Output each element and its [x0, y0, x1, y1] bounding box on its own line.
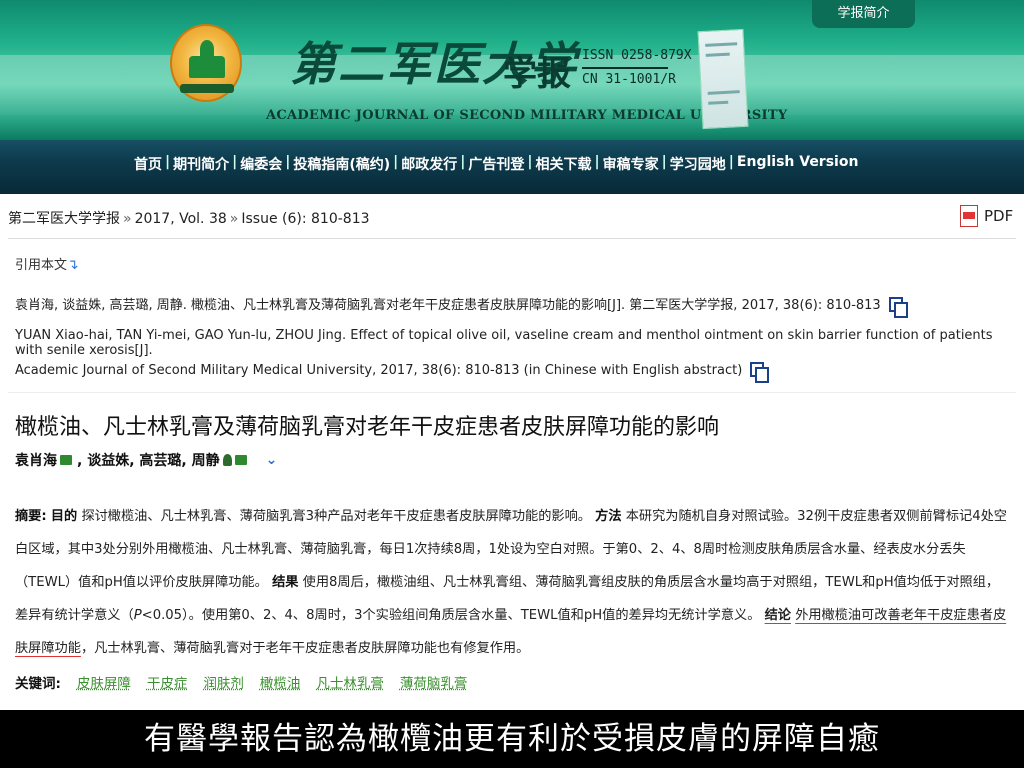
- brand-title-suffix: 学报: [503, 54, 571, 94]
- chevron-down-icon[interactable]: ⌄: [266, 452, 278, 468]
- email-icon[interactable]: [60, 455, 72, 465]
- author-others[interactable]: , 谈益姝, 高芸璐, 周静: [77, 450, 220, 470]
- method-label: 方法: [595, 509, 622, 524]
- nav-menu: 首页 | 期刊简介 | 编委会 | 投稿指南(稿约) | 邮政发行 | 广告刊登 | 相关下载 | 审稿专家…: [134, 154, 858, 174]
- breadcrumb-issue[interactable]: Issue (6): 810-813: [241, 211, 369, 227]
- nav-item[interactable]: 首页: [134, 154, 162, 174]
- p-value-symbol: P: [133, 608, 142, 623]
- divider: [8, 392, 1016, 393]
- cite-this-article[interactable]: 引用本文↴: [15, 254, 79, 273]
- keyword-link[interactable]: 凡士林乳膏: [316, 672, 384, 692]
- keyword-link[interactable]: 干皮症: [147, 672, 188, 692]
- nav-item[interactable]: 审稿专家: [603, 154, 659, 174]
- nav-separator: |: [661, 154, 667, 170]
- copy-citation-icon[interactable]: [888, 297, 908, 318]
- university-logo: [170, 24, 242, 102]
- journal-intro-tab[interactable]: 学报简介: [812, 0, 915, 28]
- nav-separator: |: [728, 154, 734, 170]
- nav-separator: |: [232, 154, 238, 170]
- article-title: 橄榄油、凡士林乳膏及薄荷脑乳膏对老年干皮症患者皮肤屏障功能的影响: [15, 415, 720, 440]
- result-text-b: <0.05）。使用第0、2、4、8周时，3个实验组间角质层含水量、TEWL值和p…: [141, 608, 761, 623]
- keyword-link[interactable]: 橄榄油: [260, 672, 301, 692]
- pdf-label[interactable]: PDF: [984, 207, 1013, 225]
- objective-text: 探讨橄榄油、凡士林乳膏、薄荷脑乳膏3种产品对老年干皮症患者皮肤屏障功能的影响。: [81, 509, 591, 524]
- nav-item[interactable]: 期刊简介: [173, 154, 229, 174]
- pdf-download-link[interactable]: PDF: [960, 205, 1013, 227]
- author-first[interactable]: 袁肖海: [15, 450, 57, 470]
- nav-item[interactable]: 相关下载: [536, 154, 592, 174]
- journal-cover-image: [697, 28, 749, 130]
- keyword-link[interactable]: 薄荷脑乳膏: [400, 672, 468, 692]
- result-label: 结果: [272, 575, 299, 590]
- nav-separator: |: [165, 154, 171, 170]
- email-icon[interactable]: [234, 455, 247, 465]
- citation-cn: 袁肖海, 谈益姝, 高芸璐, 周静. 橄榄油、凡士林乳膏及薄荷脑乳膏对老年干皮症…: [15, 294, 908, 318]
- objective-label: 目的: [50, 509, 78, 524]
- nav-item[interactable]: 投稿指南(稿约): [293, 154, 390, 174]
- logo-book-icon: [189, 56, 225, 78]
- cite-label-text[interactable]: 引用本文: [15, 258, 67, 273]
- keywords: 关键词: 皮肤屏障 干皮症 润肤剂 橄榄油 凡士林乳膏 薄荷脑乳膏: [15, 672, 467, 692]
- citation-en-line2-text: Academic Journal of Second Military Medi…: [15, 363, 743, 378]
- breadcrumb-volume[interactable]: 2017, Vol. 38: [135, 211, 227, 227]
- divider: [8, 238, 1016, 239]
- abstract: 摘要: 目的 探讨橄榄油、凡士林乳膏、薄荷脑乳膏3种产品对老年干皮症患者皮肤屏障…: [15, 500, 1009, 665]
- breadcrumb-journal[interactable]: 第二军医大学学报: [8, 211, 120, 227]
- header-banner: 学报简介 第二军医大学 学报 ISSN 0258-879X CN 31-1001…: [0, 0, 1024, 140]
- nav-item[interactable]: 编委会: [240, 154, 282, 174]
- citation-en-line2: Academic Journal of Second Military Medi…: [15, 362, 770, 383]
- nav-item[interactable]: 广告刊登: [468, 154, 524, 174]
- copy-citation-en-icon[interactable]: [750, 362, 770, 383]
- pdf-icon[interactable]: [960, 205, 978, 227]
- nav-separator: |: [527, 154, 533, 170]
- issn-divider: [582, 67, 668, 69]
- nav-separator: |: [393, 154, 399, 170]
- citation-cn-text: 袁肖海, 谈益姝, 高芸璐, 周静. 橄榄油、凡士林乳膏及薄荷脑乳膏对老年干皮症…: [15, 298, 881, 313]
- cn-number: CN 31-1001/R: [582, 72, 676, 87]
- citation-en-line1: YUAN Xiao-hai, TAN Yi-mei, GAO Yun-lu, Z…: [15, 328, 993, 358]
- video-subtitle: 有醫學報告認為橄欖油更有利於受損皮膚的屏障自癒: [0, 710, 1024, 768]
- person-icon: [222, 454, 232, 466]
- issn-number: ISSN 0258-879X: [582, 48, 692, 63]
- author-list: 袁肖海 , 谈益姝, 高芸璐, 周静 ⌄: [15, 450, 277, 470]
- nav-item[interactable]: 邮政发行: [401, 154, 457, 174]
- nav-separator: |: [594, 154, 600, 170]
- conclusion-label: 结论: [764, 608, 791, 623]
- nav-item[interactable]: English Version: [737, 154, 859, 174]
- main-navbar: 首页 | 期刊简介 | 编委会 | 投稿指南(稿约) | 邮政发行 | 广告刊登 | 相关下载 | 审稿专家…: [0, 140, 1024, 194]
- nav-separator: |: [460, 154, 466, 170]
- keyword-link[interactable]: 皮肤屏障: [77, 672, 131, 692]
- nav-separator: |: [285, 154, 291, 170]
- cite-arrow-icon[interactable]: ↴: [67, 257, 79, 273]
- conclusion-text: ，凡士林乳膏、薄荷脑乳膏对于老年干皮症患者皮肤屏障功能也有修复作用。: [80, 641, 530, 656]
- abstract-label: 摘要:: [15, 509, 47, 524]
- keywords-label: 关键词:: [15, 676, 61, 692]
- logo-ribbon: [180, 84, 234, 93]
- breadcrumb: 第二军医大学学报» 2017, Vol. 38» Issue (6): 810-81…: [8, 211, 370, 227]
- nav-item[interactable]: 学习园地: [670, 154, 726, 174]
- keyword-link[interactable]: 润肤剂: [203, 672, 244, 692]
